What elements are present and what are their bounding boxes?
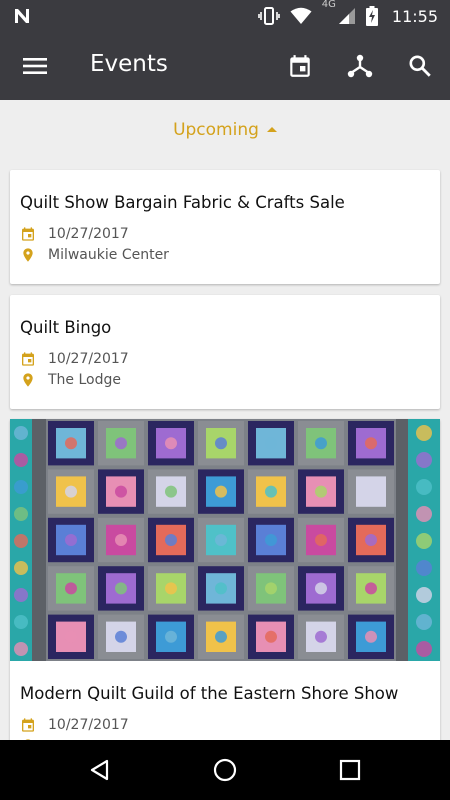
event-title: Modern Quilt Guild of the Eastern Shore … [20,684,399,703]
screen: 4G 11:55 Events Upcoming Quilt Show Barg… [0,0,450,800]
status-icons: 4G 11:55 [257,0,438,32]
event-date-icon [20,717,36,733]
app-bar: Events [0,32,450,100]
signal-icon [338,8,355,24]
event-date: 10/27/2017 [48,351,129,367]
event-location-row: The Lodge [20,369,121,391]
event-title: Quilt Show Bargain Fabric & Crafts Sale [20,193,345,212]
event-date: 10/27/2017 [48,717,129,733]
status-bar: 4G 11:55 [0,0,450,32]
event-card[interactable]: Quilt Bingo 10/27/2017 The Lodge [10,295,440,409]
event-date-row: 10/27/2017 [20,223,129,245]
event-card[interactable]: Modern Quilt Guild of the Eastern Shore … [10,419,440,740]
page-title: Events [90,51,168,77]
location-pin-icon [20,372,36,388]
event-date-row: 10/27/2017 [20,348,129,370]
cell-signal: 4G [322,0,356,25]
event-location: The Lodge [48,372,121,388]
event-location: Milwaukie Center [48,247,169,263]
recents-icon[interactable] [334,754,366,786]
event-date-icon [20,351,36,367]
calendar-icon[interactable] [284,50,316,82]
home-icon[interactable] [209,754,241,786]
caret-up-icon [266,126,277,132]
location-pin-icon [20,247,36,263]
search-icon[interactable] [404,50,436,82]
filter-label: Upcoming [173,120,259,140]
event-date-icon [20,226,36,242]
back-icon[interactable] [84,754,116,786]
filter-dropdown[interactable]: Upcoming [0,100,450,160]
org-chart-icon[interactable] [344,50,376,82]
network-type: 4G [321,0,336,10]
event-date-row: 10/27/2017 [20,714,129,736]
menu-icon[interactable] [19,50,51,82]
battery-charging-icon [365,6,378,26]
event-title: Quilt Bingo [20,318,112,337]
quilt-photo [10,419,440,661]
clock: 11:55 [391,6,438,26]
system-nav-bar [0,740,450,800]
vibrate-icon [257,7,280,25]
notification-n-icon [15,9,29,23]
event-date: 10/27/2017 [48,226,129,242]
event-card[interactable]: Quilt Show Bargain Fabric & Crafts Sale … [10,170,440,284]
event-location-row: Milwaukie Center [20,244,169,266]
event-list[interactable]: Quilt Show Bargain Fabric & Crafts Sale … [0,160,450,740]
wifi-icon [290,7,312,24]
